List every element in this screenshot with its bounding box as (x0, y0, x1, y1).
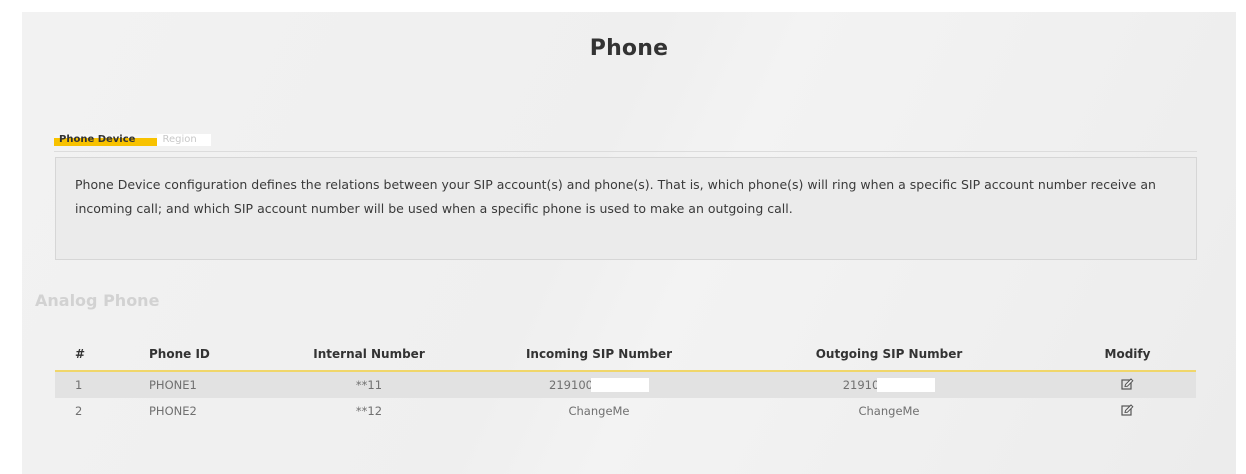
page-container: Phone Phone Device Region Phone Device c… (22, 12, 1236, 474)
row-outgoing-sip: 21910 (719, 378, 1059, 393)
table-row: 2 PHONE2 **12 ChangeMe ChangeMe (55, 398, 1196, 424)
row-incoming-sip: 219100 (479, 378, 719, 393)
column-header-number: # (75, 347, 86, 361)
tab-phone-device[interactable]: Phone Device (54, 134, 158, 146)
row-outgoing-sip: ChangeMe (858, 404, 920, 418)
table-row: 1 PHONE1 **11 219100 21910 (55, 372, 1196, 398)
column-header-outgoing-sip: Outgoing SIP Number (815, 347, 963, 361)
edit-icon[interactable] (1120, 402, 1136, 418)
row-phone-id: PHONE2 (149, 404, 197, 418)
row-modify (1059, 402, 1196, 420)
row-incoming-sip: ChangeMe (568, 404, 630, 418)
redaction-mask (590, 378, 649, 393)
row-modify (1059, 376, 1196, 394)
phone-table: # Phone ID Internal Number Incoming SIP … (55, 338, 1196, 424)
row-internal-number: **11 (355, 378, 383, 392)
row-phone-id: PHONE1 (149, 378, 197, 392)
column-header-modify: Modify (1104, 347, 1151, 361)
section-title: Analog Phone (35, 291, 160, 310)
description-box: Phone Device configuration defines the r… (55, 157, 1197, 260)
row-number: 1 (75, 378, 83, 392)
tab-region[interactable]: Region (157, 134, 211, 146)
column-header-internal-number: Internal Number (313, 347, 425, 361)
page-title: Phone (589, 36, 669, 61)
redaction-mask (877, 378, 936, 393)
table-header: # Phone ID Internal Number Incoming SIP … (55, 338, 1196, 372)
row-internal-number: **12 (355, 404, 383, 418)
row-number: 2 (75, 404, 83, 418)
outgoing-sip-value: 21910 (842, 377, 880, 392)
incoming-sip-value: 219100 (549, 377, 593, 392)
column-header-incoming-sip: Incoming SIP Number (525, 347, 673, 361)
column-header-phone-id: Phone ID (149, 347, 210, 361)
edit-icon[interactable] (1120, 376, 1136, 392)
tab-bar: Phone Device Region (54, 134, 1197, 152)
